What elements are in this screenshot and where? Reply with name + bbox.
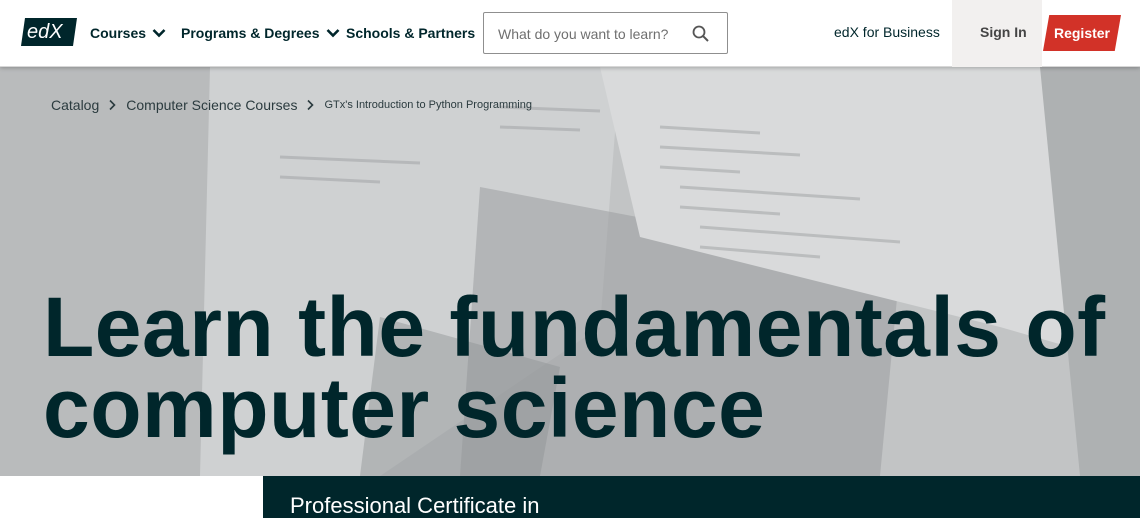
site-header: edX Courses Programs & Degrees Schools &… bbox=[0, 0, 1140, 67]
page-title-line-2: computer science bbox=[43, 361, 766, 455]
nav-programs-degrees[interactable]: Programs & Degrees bbox=[181, 22, 340, 44]
chevron-right-icon bbox=[109, 99, 116, 111]
edx-for-business-link[interactable]: edX for Business bbox=[834, 24, 940, 40]
hero-banner: Catalog Computer Science Courses GTx's I… bbox=[0, 67, 1140, 476]
search-box bbox=[483, 12, 728, 54]
certificate-card: Professional Certificate in bbox=[263, 476, 1140, 518]
chevron-down-icon bbox=[326, 29, 339, 38]
nav-schools-label: Schools & Partners bbox=[346, 25, 476, 41]
page-title: Learn the fundamentals of computer scien… bbox=[43, 280, 1133, 455]
search-input[interactable] bbox=[498, 23, 688, 45]
nav-courses-label: Courses bbox=[90, 25, 147, 41]
breadcrumb-computer-science[interactable]: Computer Science Courses bbox=[126, 97, 297, 113]
breadcrumb-catalog[interactable]: Catalog bbox=[51, 97, 99, 113]
nav-courses[interactable]: Courses bbox=[90, 22, 166, 44]
page-title-line-1: Learn the fundamentals of bbox=[43, 280, 1106, 374]
breadcrumb-current: GTx's Introduction to Python Programming bbox=[324, 99, 532, 111]
sign-in-link[interactable]: Sign In bbox=[980, 24, 1027, 40]
chevron-right-icon bbox=[307, 99, 315, 111]
search-icon[interactable] bbox=[691, 24, 711, 44]
certificate-heading: Professional Certificate in bbox=[290, 493, 540, 518]
breadcrumb: Catalog Computer Science Courses GTx's I… bbox=[51, 97, 532, 113]
chevron-down-icon bbox=[152, 29, 166, 38]
logo-text: edX bbox=[27, 21, 63, 43]
register-button[interactable]: Register bbox=[1043, 15, 1121, 51]
nav-programs-label: Programs & Degrees bbox=[181, 25, 320, 41]
edx-logo[interactable]: edX bbox=[21, 16, 77, 48]
nav-schools-partners[interactable]: Schools & Partners bbox=[346, 22, 475, 44]
